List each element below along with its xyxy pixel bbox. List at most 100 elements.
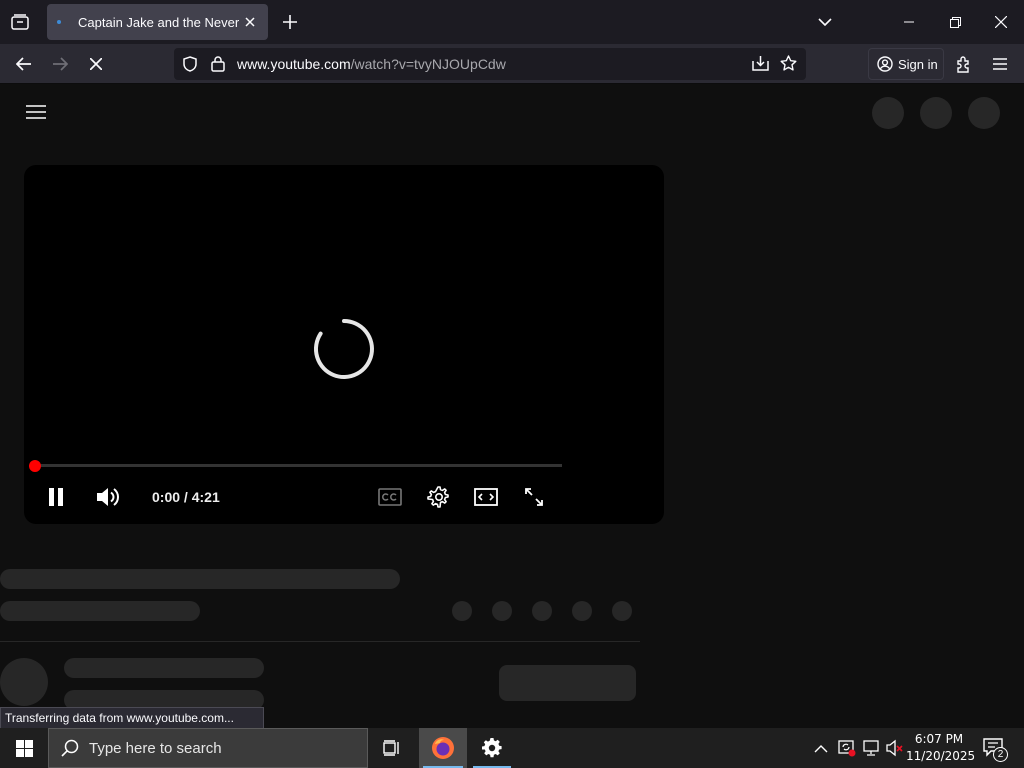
header-placeholder-circle (920, 97, 952, 129)
time-display: 0:00 / 4:21 (152, 489, 220, 505)
volume-muted-icon (886, 739, 903, 757)
time-current: 0:00 (152, 489, 181, 505)
sign-in-button[interactable]: Sign in (868, 48, 944, 80)
captions-button[interactable] (372, 483, 408, 511)
lock-icon (211, 56, 225, 72)
progress-bar[interactable] (32, 464, 562, 467)
restore-icon (949, 16, 961, 28)
stop-loading-button[interactable] (82, 52, 110, 76)
channel-avatar-placeholder (0, 658, 48, 706)
network-icon (863, 740, 879, 756)
settings-button[interactable] (420, 483, 456, 511)
youtube-page: 0:00 / 4:21 (0, 84, 1024, 728)
subscribe-placeholder (499, 665, 636, 701)
taskbar-app-settings[interactable] (469, 728, 515, 768)
list-all-tabs-button[interactable] (802, 0, 848, 44)
volume-icon (97, 488, 120, 506)
gear-icon (427, 486, 449, 508)
close-tab-button[interactable] (242, 14, 258, 30)
time-total: 4:21 (191, 489, 220, 505)
back-button[interactable] (10, 52, 38, 76)
extensions-icon (957, 55, 969, 73)
account-icon (877, 56, 893, 72)
chevron-up-icon (814, 745, 828, 753)
tracking-protection-button[interactable] (182, 56, 198, 77)
time-separator: / (183, 489, 188, 505)
gear-icon (482, 738, 502, 758)
subtitle-placeholder (0, 601, 200, 621)
taskbar-search-box[interactable]: Type here to search (48, 728, 368, 768)
action-placeholder (492, 601, 512, 621)
back-arrow-icon (16, 57, 31, 71)
tray-update-button[interactable] (838, 739, 856, 762)
app-menu-button[interactable] (986, 52, 1014, 76)
tracking-protection-icon (183, 56, 197, 72)
captions-icon (378, 488, 402, 506)
network-button[interactable] (862, 739, 880, 762)
loading-spinner-icon (314, 319, 374, 379)
tab-bar: Captain Jake and the Never Land Pirates (0, 0, 1024, 44)
windows-taskbar: Type here to search 6:07 PM 11/20/2025 2 (0, 728, 1024, 768)
tab-list-icon (11, 14, 29, 30)
sign-in-label: Sign in (898, 56, 938, 72)
close-window-button[interactable] (978, 0, 1024, 44)
plus-icon (283, 15, 297, 29)
fullscreen-button[interactable] (516, 483, 552, 511)
volume-button[interactable] (886, 739, 904, 762)
search-icon (61, 739, 79, 757)
start-button[interactable] (0, 728, 48, 768)
minimize-button[interactable] (886, 0, 932, 44)
show-hidden-icons-button[interactable] (814, 740, 828, 758)
site-info-button[interactable] (211, 55, 225, 77)
status-panel: Transferring data from www.youtube.com..… (0, 707, 264, 729)
action-center-button[interactable]: 2 (980, 734, 1010, 762)
hamburger-icon (26, 105, 46, 119)
action-placeholder (452, 601, 472, 621)
star-icon (780, 55, 797, 71)
clock[interactable]: 6:07 PM 11/20/2025 (906, 731, 976, 765)
clock-time: 6:07 PM (914, 732, 964, 746)
task-view-button[interactable] (369, 728, 415, 768)
chevron-down-icon (818, 18, 832, 26)
guide-menu-button[interactable] (26, 104, 46, 120)
browser-tab[interactable]: Captain Jake and the Never Land Pirates (47, 4, 268, 40)
play-pause-button[interactable] (38, 483, 74, 511)
forward-arrow-icon (53, 57, 68, 71)
address-bar[interactable]: www.youtube.com/watch?v=tvyNJOUpCdw (174, 48, 806, 80)
clock-date: 11/20/2025 (906, 749, 976, 763)
header-placeholder-circle (968, 97, 1000, 129)
bookmark-button[interactable] (780, 55, 797, 77)
forward-button[interactable] (46, 52, 74, 76)
header-placeholder-circle (872, 97, 904, 129)
action-placeholder (572, 601, 592, 621)
url-host: www.youtube.com (237, 56, 351, 72)
task-view-icon (383, 740, 399, 756)
video-player[interactable]: 0:00 / 4:21 (24, 165, 664, 524)
download-icon (752, 56, 769, 71)
url-text[interactable]: www.youtube.com/watch?v=tvyNJOUpCdw (237, 56, 506, 72)
theater-mode-button[interactable] (468, 483, 504, 511)
close-icon (995, 16, 1007, 28)
url-path: /watch?v=tvyNJOUpCdw (350, 56, 506, 72)
tab-list-button[interactable] (8, 10, 32, 34)
sync-warning-icon (838, 740, 856, 757)
new-tab-button[interactable] (279, 10, 301, 34)
scrubber-handle[interactable] (29, 460, 41, 472)
stop-icon (90, 58, 102, 70)
pause-icon (49, 488, 63, 506)
mute-button[interactable] (90, 483, 126, 511)
extensions-button[interactable] (950, 52, 978, 76)
restore-button[interactable] (932, 0, 978, 44)
action-placeholder (612, 601, 632, 621)
action-placeholder (532, 601, 552, 621)
tab-loading-indicator (57, 20, 61, 24)
save-to-downloads-button[interactable] (752, 55, 769, 77)
theater-mode-icon (474, 488, 498, 506)
windows-logo-icon (15, 739, 33, 757)
notification-count-badge: 2 (993, 747, 1008, 762)
hamburger-icon (993, 58, 1007, 70)
close-icon (245, 17, 255, 27)
search-placeholder: Type here to search (89, 739, 222, 757)
channel-name-placeholder (64, 658, 264, 678)
taskbar-app-firefox[interactable] (419, 728, 467, 768)
